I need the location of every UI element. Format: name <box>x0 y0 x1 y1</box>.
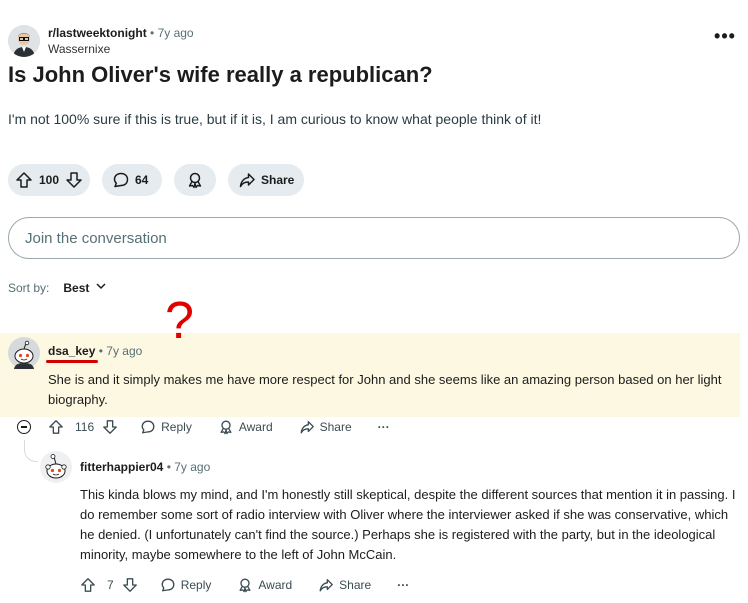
collapse-thread-button[interactable] <box>17 420 31 434</box>
question-mark-annotation: ? <box>165 292 194 350</box>
reply-label: Reply <box>180 578 212 592</box>
comment-actions: 7 Reply Award Share ··· <box>80 576 409 594</box>
reply-label: Reply <box>161 420 192 434</box>
comment-time: 7y ago <box>174 460 211 474</box>
share-label: Share <box>261 173 295 187</box>
comment-bubble-icon <box>140 419 156 435</box>
comment-username[interactable]: fitterhappier04 <box>80 460 163 474</box>
comment-body: This kinda blows my mind, and I'm honest… <box>80 487 736 562</box>
downvote-icon[interactable] <box>65 171 83 189</box>
sort-control: Sort by: Best <box>8 280 107 295</box>
share-label: Share <box>319 420 352 434</box>
reply-button[interactable]: Reply <box>160 577 212 593</box>
post-title: Is John Oliver's wife really a republica… <box>8 62 433 87</box>
award-icon <box>218 419 234 435</box>
downvote-icon[interactable] <box>122 577 138 593</box>
share-icon <box>318 577 334 593</box>
comment-vote: 116 <box>48 419 118 435</box>
comment-vote: 7 <box>80 577 138 593</box>
comment-more-button[interactable]: ··· <box>397 578 409 592</box>
comments-button[interactable]: 64 <box>102 164 162 196</box>
comment-vote-count: 7 <box>107 578 114 592</box>
meta-separator: • <box>166 460 171 474</box>
subreddit-avatar[interactable] <box>8 25 40 57</box>
avatar[interactable] <box>8 337 40 369</box>
share-label: Share <box>339 578 372 592</box>
comment-meta: dsa_key • 7y ago <box>48 344 142 358</box>
upvote-icon[interactable] <box>15 171 33 189</box>
comment-username[interactable]: dsa_key <box>48 344 95 358</box>
comment-body: She is and it simply makes me have more … <box>48 372 722 407</box>
post-body: I'm not 100% sure if this is true, but i… <box>8 111 542 127</box>
sort-dropdown[interactable]: Best <box>63 281 89 295</box>
comment-bubble-icon <box>160 577 176 593</box>
thread-connector <box>24 440 38 462</box>
avatar[interactable] <box>40 451 72 483</box>
meta-separator: • <box>150 26 155 40</box>
comment-bubble-icon <box>112 171 130 189</box>
reply-button[interactable]: Reply <box>140 419 192 435</box>
award-label: Award <box>238 420 273 434</box>
share-icon <box>238 171 256 189</box>
share-icon <box>299 419 315 435</box>
award-button[interactable]: Award <box>218 419 273 435</box>
comment-actions: 116 Reply Award Share ··· <box>48 418 390 436</box>
post-time: 7y ago <box>157 26 194 40</box>
red-underline-annotation <box>46 360 98 363</box>
award-button[interactable] <box>174 164 216 196</box>
subreddit-name[interactable]: r/lastweektonight <box>48 26 147 40</box>
chevron-down-icon[interactable] <box>95 280 107 295</box>
post-author[interactable]: Wassernixe <box>48 42 110 56</box>
award-label: Award <box>258 578 293 592</box>
post-more-options-button[interactable]: ••• <box>712 27 738 48</box>
comment-count: 64 <box>135 173 149 187</box>
join-conversation-input[interactable]: Join the conversation <box>8 217 740 259</box>
post-vote-bar: 100 <box>8 164 90 196</box>
minus-icon <box>21 426 27 428</box>
upvote-icon[interactable] <box>80 577 96 593</box>
share-button[interactable]: Share <box>299 419 352 435</box>
award-button[interactable]: Award <box>237 577 292 593</box>
award-icon <box>186 171 204 189</box>
downvote-icon[interactable] <box>102 419 118 435</box>
post-meta: r/lastweektonight • 7y ago <box>48 26 194 40</box>
share-button[interactable]: Share <box>318 577 371 593</box>
comment-more-button[interactable]: ··· <box>378 420 390 434</box>
comment-meta: fitterhappier04 • 7y ago <box>80 460 210 474</box>
comment-time: 7y ago <box>106 344 143 358</box>
comment-vote-count: 116 <box>75 420 95 434</box>
award-icon <box>237 577 253 593</box>
upvote-icon[interactable] <box>48 419 64 435</box>
share-button[interactable]: Share <box>228 164 304 196</box>
post-vote-count: 100 <box>38 173 60 187</box>
sort-label: Sort by: <box>8 280 50 295</box>
meta-separator: • <box>98 344 103 358</box>
join-placeholder: Join the conversation <box>25 229 167 247</box>
